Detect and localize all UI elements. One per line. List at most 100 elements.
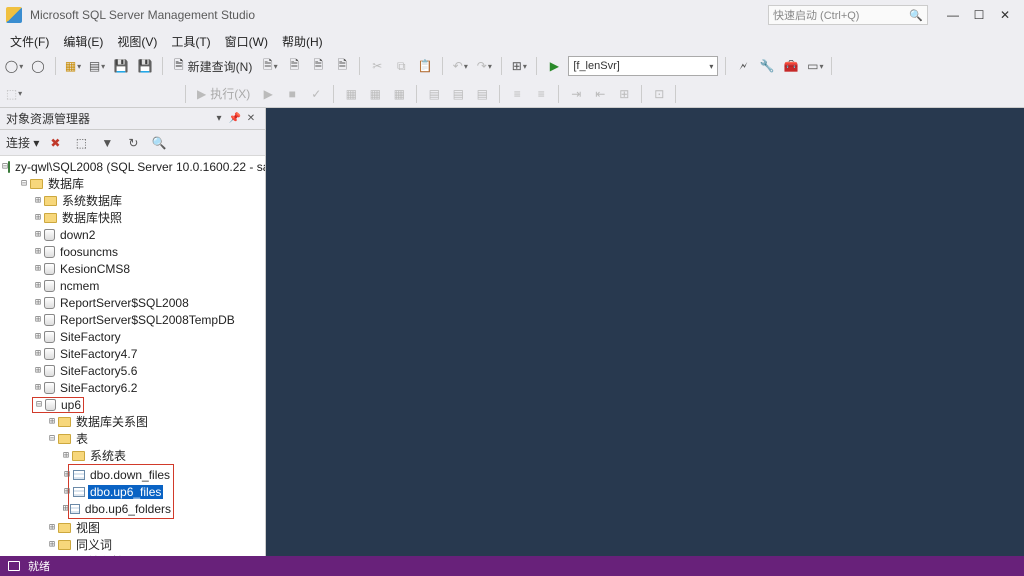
folder-icon <box>72 451 85 461</box>
views-node[interactable]: ⊞视图 <box>2 519 265 536</box>
menu-window[interactable]: 窗口(W) <box>219 31 274 52</box>
copy-button[interactable]: ⧉ <box>391 56 411 76</box>
menu-edit[interactable]: 编辑(E) <box>57 31 109 52</box>
menu-file[interactable]: 文件(F) <box>4 31 55 52</box>
sys-tables-node[interactable]: ⊞系统表 <box>2 447 265 464</box>
table-icon <box>73 470 85 480</box>
function-combo[interactable]: [f_lenSvr]▾ <box>568 56 718 76</box>
paste-button[interactable]: 📋 <box>415 56 435 76</box>
parse-button: ✓ <box>306 84 326 104</box>
redo-button[interactable]: ↷▾ <box>474 56 494 76</box>
nav-fwd-button[interactable]: ◯ <box>28 56 48 76</box>
app-icon <box>6 7 22 23</box>
outdent-button: ⇤ <box>590 84 610 104</box>
save-all-button[interactable]: 💾 <box>135 56 155 76</box>
db-node[interactable]: ⊞ReportServer$SQL2008 <box>2 294 265 311</box>
db-combo-disabled: ⬚▾ <box>4 84 24 104</box>
stop-connect-button[interactable]: ⬚ <box>71 133 91 153</box>
db-node[interactable]: ⊞ncmem <box>2 277 265 294</box>
db-up6-node[interactable]: ⊟up6 <box>2 396 265 413</box>
db-node[interactable]: ⊞SiteFactory4.7 <box>2 345 265 362</box>
database-icon <box>44 314 55 326</box>
database-icon <box>44 297 55 309</box>
folder-icon <box>58 417 71 427</box>
folder-icon <box>44 196 57 206</box>
plan2-button: ▦ <box>365 84 385 104</box>
explorer-header: 对象资源管理器 ▾ 📌 ✕ <box>0 108 265 130</box>
database-icon <box>44 331 55 343</box>
db-node[interactable]: ⊞ReportServer$SQL2008TempDB <box>2 311 265 328</box>
menubar: 文件(F) 编辑(E) 视图(V) 工具(T) 窗口(W) 帮助(H) <box>0 30 1024 52</box>
explorer-close-button[interactable]: ✕ <box>243 111 259 127</box>
connect-button[interactable]: 连接 ▾ <box>6 134 39 151</box>
save-button[interactable]: 💾 <box>111 56 131 76</box>
explorer-pin-button[interactable]: 📌 <box>227 111 243 127</box>
open-button[interactable]: ▤▾ <box>87 56 107 76</box>
maximize-button[interactable]: ☐ <box>966 5 992 25</box>
sys-db-node[interactable]: ⊞系统数据库 <box>2 192 265 209</box>
db-node[interactable]: ⊞SiteFactory5.6 <box>2 362 265 379</box>
execute-label: 执行(X) <box>210 85 250 102</box>
app-title: Microsoft SQL Server Management Studio <box>30 8 255 22</box>
db-engine-query-button[interactable]: 🗎▾ <box>260 56 280 76</box>
tables-node[interactable]: ⊟表 <box>2 430 265 447</box>
folder-icon <box>44 213 57 223</box>
synonyms-node[interactable]: ⊞同义词 <box>2 536 265 553</box>
toolbar-row-1: ◯▾ ◯ ▦▾ ▤▾ 💾 💾 🗎新建查询(N) 🗎▾ 🗎 🗎 🗎 ✂ ⧉ 📋 ↶… <box>0 52 1024 80</box>
toolbox-button[interactable]: 🧰 <box>781 56 801 76</box>
new-query-icon: 🗎 <box>174 56 184 77</box>
db-node[interactable]: ⊞KesionCMS8 <box>2 260 265 277</box>
nav-back-button[interactable]: ◯▾ <box>4 56 24 76</box>
close-button[interactable]: ✕ <box>992 5 1018 25</box>
database-icon <box>45 399 56 411</box>
new-query-label: 新建查询(N) <box>188 58 253 75</box>
debug-button: ▶ <box>258 84 278 104</box>
execute-button: ▶执行(X) <box>193 85 254 102</box>
table-node[interactable]: ⊞dbo.down_files <box>3 466 173 483</box>
database-icon <box>44 263 55 275</box>
results1-button: ▤ <box>424 84 444 104</box>
disconnect-button[interactable]: ✖ <box>45 133 65 153</box>
statusbar: 就绪 <box>0 556 1024 576</box>
btn-a[interactable]: 🗎 <box>284 56 304 76</box>
undo-button[interactable]: ↶▾ <box>450 56 470 76</box>
database-icon <box>44 365 55 377</box>
status-icon <box>8 561 20 571</box>
highlighted-tables-group: ⊞dbo.down_files ⊞dbo.up6_files ⊞dbo.up6_… <box>68 464 174 519</box>
debug-start-button[interactable]: ▶ <box>544 56 564 76</box>
db-node[interactable]: ⊞foosuncms <box>2 243 265 260</box>
folder-icon <box>58 523 71 533</box>
databases-node[interactable]: ⊟数据库 <box>2 175 265 192</box>
menu-help[interactable]: 帮助(H) <box>276 31 329 52</box>
refresh-button[interactable]: ↻ <box>123 133 143 153</box>
explorer-toolbar: 连接 ▾ ✖ ⬚ ▼ ↻ 🔍 <box>0 130 265 156</box>
explorer-dropdown-button[interactable]: ▾ <box>211 111 227 127</box>
server-node[interactable]: ⊟zy-qwl\SQL2008 (SQL Server 10.0.1600.22… <box>2 158 265 175</box>
window-layout-button[interactable]: ▭▾ <box>805 56 825 76</box>
db-snapshot-node[interactable]: ⊞数据库快照 <box>2 209 265 226</box>
menu-tools[interactable]: 工具(T) <box>165 31 216 52</box>
db-node[interactable]: ⊞SiteFactory <box>2 328 265 345</box>
diagrams-node[interactable]: ⊞数据库关系图 <box>2 413 265 430</box>
status-text: 就绪 <box>28 558 50 574</box>
menu-view[interactable]: 视图(V) <box>111 31 163 52</box>
btn-c[interactable]: 🗎 <box>332 56 352 76</box>
cut-button[interactable]: ✂ <box>367 56 387 76</box>
btn-b[interactable]: 🗎 <box>308 56 328 76</box>
table-node[interactable]: ⊞dbo.up6_folders <box>3 500 173 517</box>
explorer-title: 对象资源管理器 <box>6 110 211 127</box>
quick-launch-input[interactable]: 快速启动 (Ctrl+Q) 🔍 <box>768 5 928 25</box>
activity-button[interactable]: ⊞▾ <box>509 56 529 76</box>
options-button[interactable]: 🗲 <box>733 56 753 76</box>
db-node[interactable]: ⊞down2 <box>2 226 265 243</box>
db-node[interactable]: ⊞SiteFactory6.2 <box>2 379 265 396</box>
object-tree[interactable]: ⊟zy-qwl\SQL2008 (SQL Server 10.0.1600.22… <box>0 156 265 556</box>
search-button[interactable]: 🔍 <box>149 133 169 153</box>
database-icon <box>44 382 55 394</box>
new-project-button[interactable]: ▦▾ <box>63 56 83 76</box>
wrench-button[interactable]: 🔧 <box>757 56 777 76</box>
minimize-button[interactable]: — <box>940 5 966 25</box>
filter-button[interactable]: ▼ <box>97 133 117 153</box>
new-query-button[interactable]: 🗎新建查询(N) <box>170 56 256 77</box>
table-node-selected[interactable]: ⊞dbo.up6_files <box>3 483 173 500</box>
